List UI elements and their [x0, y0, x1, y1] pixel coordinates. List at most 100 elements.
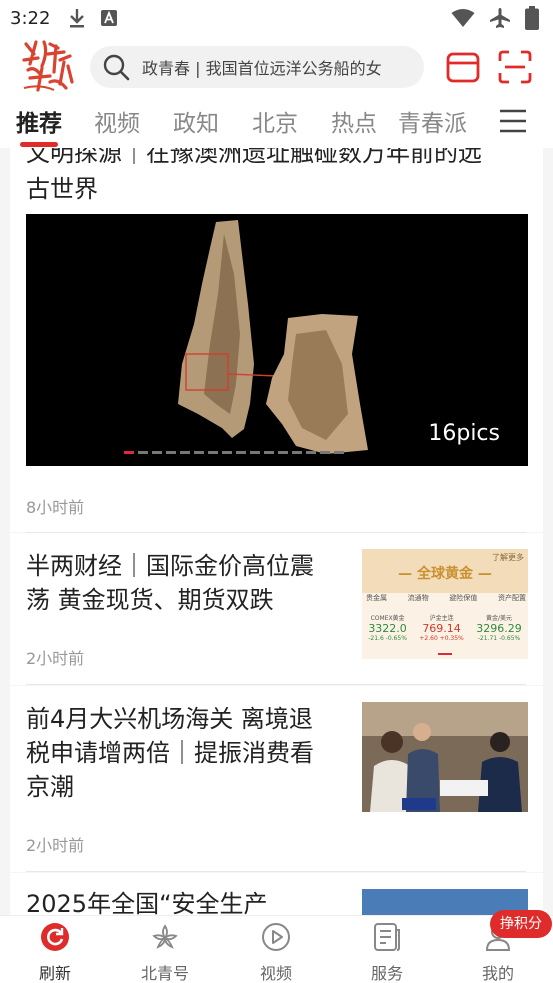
search-placeholder: 政青春 | 我国首位远洋公务船的女 [142, 59, 382, 78]
nav-refresh[interactable]: 刷新 [0, 916, 110, 983]
nav-service[interactable]: 服务 [332, 916, 442, 983]
category-tabs: 推荐 视频 政知 北京 热点 青春派 [0, 98, 553, 148]
news-card-gallery[interactable]: 文明探源｜在豫澳洲遗址触碰数万年前的远 古世界 16pics 8小时前 [10, 148, 543, 533]
header: 政青春 | 我国首位远洋公务船的女 [0, 36, 553, 98]
keyboard-a-icon [101, 10, 118, 26]
pager-dot [306, 451, 316, 454]
nav-beiqing[interactable]: 北青号 [110, 916, 220, 983]
divider [26, 871, 526, 872]
pager-dot [180, 451, 190, 454]
news-card[interactable]: 半两财经｜国际金价高位震 荡 黄金现货、期货双跌 2小时前 了解更多 — 全球黄… [10, 533, 543, 685]
nav-label: 我的 [481, 964, 514, 983]
nav-label: 北青号 [140, 964, 189, 983]
status-left-icons [68, 8, 118, 28]
thumb-pager [438, 653, 452, 655]
quote-change: -21.6 -0.65% [368, 635, 407, 642]
thumb-heading: — 全球黄金 — [398, 566, 492, 582]
pager-dot [320, 451, 330, 454]
quote-label: 沪金主连 [429, 615, 454, 622]
pager-dot [138, 451, 148, 454]
bottom-nav: 刷新 北青号 视频 服务 我的 [0, 915, 553, 983]
card-title-line: 半两财经｜国际金价高位震 [26, 552, 314, 580]
pager-dot [334, 451, 344, 454]
refresh-icon [41, 923, 69, 951]
news-card[interactable]: 2025年全国“安全生产 [10, 873, 543, 915]
photo-gallery[interactable]: 16pics [26, 214, 528, 466]
quote-change: +2.60 +0.35% [419, 635, 464, 642]
card-title-line: 古世界 [26, 175, 98, 203]
play-circle-icon [262, 923, 290, 951]
earn-points-badge[interactable]: 挣积分 [490, 910, 552, 938]
service-icon [374, 923, 400, 951]
tab-politics[interactable]: 政知 [173, 104, 219, 138]
nav-video[interactable]: 视频 [221, 916, 331, 983]
nav-label: 刷新 [38, 964, 71, 983]
quote-label: COMEX黄金 [370, 615, 405, 622]
card-title-line: 税申请增两倍｜提振消费看 [26, 739, 314, 767]
calendar-icon[interactable] [446, 50, 480, 84]
card-title-line: 京潮 [26, 773, 74, 801]
divider [26, 684, 526, 685]
pager-dot-active [124, 451, 134, 454]
pager-dot [236, 451, 246, 454]
status-right-icons [451, 6, 539, 30]
tab-recommend[interactable]: 推荐 [16, 104, 62, 138]
pager-dot [222, 451, 232, 454]
gallery-pager [124, 451, 344, 454]
scan-icon[interactable] [498, 50, 532, 84]
pager-dot [194, 451, 204, 454]
quote-comex: COMEX黄金 3322.0 -21.6 -0.65% [368, 613, 407, 642]
quote-usd: 黄金/美元 3296.29 -21.71 -0.65% [476, 613, 522, 642]
flower-icon [152, 924, 178, 949]
nav-label: 视频 [259, 964, 292, 983]
pager-dot [250, 451, 260, 454]
nav-label: 服务 [370, 964, 403, 983]
quote-value: 769.14 [422, 622, 461, 635]
status-bar: 3:22 [0, 0, 553, 36]
card-title-line: 荡 黄金现货、期货双跌 [26, 586, 274, 614]
publish-time: 2小时前 [26, 649, 85, 668]
active-tab-indicator [20, 142, 58, 147]
tab-youth[interactable]: 青春派 [398, 104, 467, 138]
tab-hot[interactable]: 热点 [331, 104, 377, 138]
thumb-tag: 资产配置 [497, 594, 526, 602]
customs-photo [362, 702, 528, 812]
thumb-tag: 贵金属 [366, 594, 387, 602]
quote-label: 黄金/美元 [485, 615, 512, 622]
publish-time: 2小时前 [26, 836, 85, 855]
thumb-corner-text: 了解更多 [492, 553, 524, 562]
news-card[interactable]: 前4月大兴机场海关 离境退 税申请增两倍｜提振消费看 京潮 2小时前 [10, 686, 543, 872]
battery-icon [525, 6, 539, 30]
news-feed[interactable]: 文明探源｜在豫澳洲遗址触碰数万年前的远 古世界 16pics 8小时前 半两财经… [0, 148, 553, 915]
menu-icon[interactable] [498, 108, 528, 134]
brand-logo[interactable] [20, 38, 74, 94]
thumb-tags: 贵金属 流通物 避险保值 资产配置 [366, 593, 526, 603]
download-icon [70, 9, 85, 28]
quote-value: 3322.0 [368, 622, 407, 635]
pager-dot [278, 451, 288, 454]
pager-dot [166, 451, 176, 454]
pics-count: 16pics [428, 421, 500, 446]
tab-video[interactable]: 视频 [94, 104, 140, 138]
gold-thumbnail: 了解更多 — 全球黄金 — 贵金属 流通物 避险保值 资产配置 COMEX黄金 … [362, 549, 528, 659]
wifi-icon [451, 9, 475, 27]
pager-dot [292, 451, 302, 454]
airplane-icon [490, 8, 510, 28]
pager-dot [264, 451, 274, 454]
pager-dot [208, 451, 218, 454]
publish-time: 8小时前 [26, 498, 85, 517]
thumb-tag: 流通物 [407, 594, 429, 602]
quote-value: 3296.29 [476, 622, 522, 635]
thumb-quotes: COMEX黄金 3322.0 -21.6 -0.65% 沪金主连 769.14 … [362, 613, 528, 642]
status-time: 3:22 [10, 7, 51, 29]
search-bar[interactable]: 政青春 | 我国首位远洋公务船的女 [90, 46, 424, 88]
card-title-line: 2025年全国“安全生产 [26, 890, 268, 915]
quote-change: -21.71 -0.65% [477, 635, 521, 642]
thumb-tag: 避险保值 [449, 594, 478, 602]
quote-shanghai: 沪金主连 769.14 +2.60 +0.35% [419, 613, 463, 642]
tab-beijing[interactable]: 北京 [252, 104, 298, 138]
card-title-line: 前4月大兴机场海关 离境退 [26, 705, 313, 733]
pager-dot [152, 451, 162, 454]
search-icon [103, 54, 130, 81]
card-title-line: 文明探源｜在豫澳洲遗址触碰数万年前的远 [26, 148, 482, 167]
